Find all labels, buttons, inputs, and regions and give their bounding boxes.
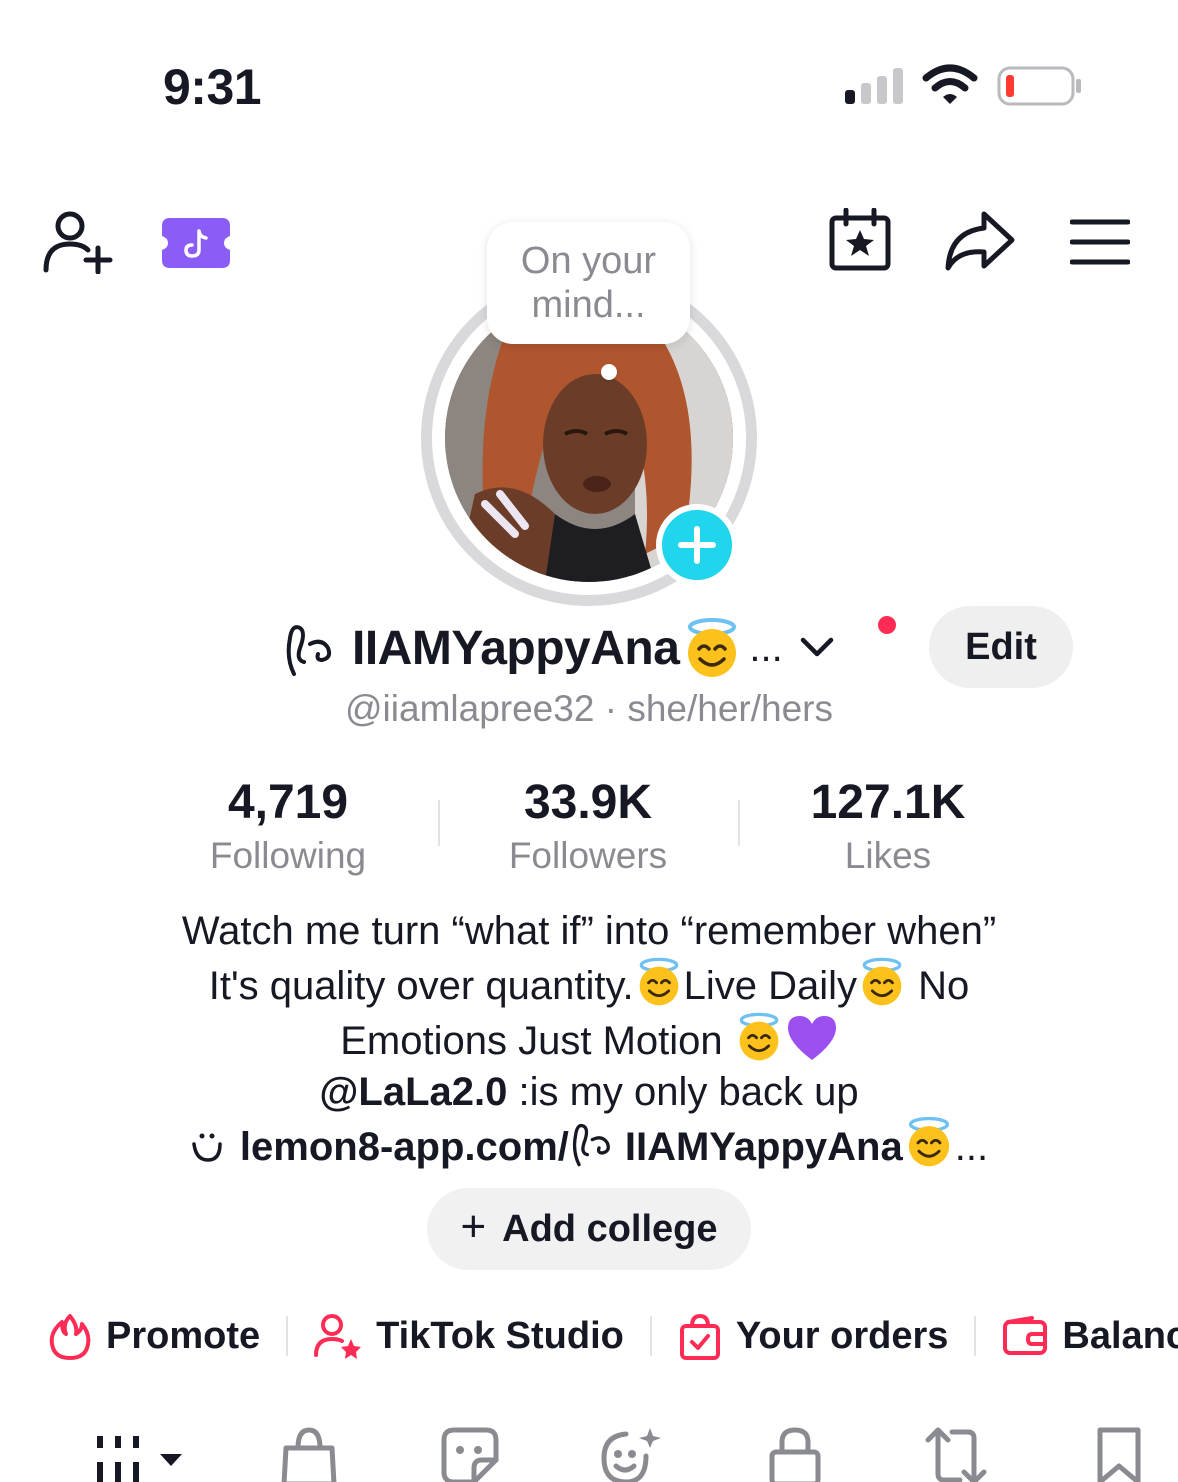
chevron-down-icon[interactable]: [799, 636, 835, 660]
bio-line-2: It's quality over quantity. Live Daily N…: [60, 957, 1118, 1012]
mention-link[interactable]: @LaLa2.0: [319, 1070, 507, 1114]
shortcut-tiktok-studio[interactable]: TikTok Studio: [314, 1313, 624, 1359]
shortcut-divider: [649, 1316, 652, 1356]
bookmark-tab-icon[interactable]: [1096, 1426, 1142, 1482]
bio-text: :is my only back up: [507, 1070, 859, 1114]
user-star-icon: [314, 1314, 362, 1359]
add-story-button[interactable]: [656, 504, 738, 586]
notification-dot: [874, 612, 900, 638]
shortcut-label: Promote: [106, 1314, 261, 1357]
status-bubble[interactable]: On your mind...: [487, 222, 690, 344]
bubble-tail: [601, 364, 617, 380]
shortcut-divider: [974, 1316, 977, 1356]
flourish-icon: [572, 1123, 610, 1167]
lock-tab-icon[interactable]: [768, 1426, 822, 1482]
link-name: IIAMYappyAna: [624, 1125, 903, 1169]
add-friend-icon[interactable]: [42, 208, 114, 274]
shortcut-bar: Promote TikTok Studio Your orders Balanc…: [48, 1306, 1178, 1366]
menu-icon[interactable]: [1070, 218, 1130, 266]
shortcut-promote[interactable]: Promote: [48, 1312, 260, 1360]
flame-icon: [49, 1314, 91, 1360]
tiktok-ticket-icon[interactable]: [162, 218, 230, 268]
bio-text: No: [907, 964, 970, 1008]
shortcut-balance[interactable]: Balance: [1002, 1315, 1178, 1358]
halo-emoji-icon: [862, 957, 902, 1006]
wallet-icon: [1003, 1316, 1048, 1355]
ai-face-tab-icon[interactable]: [598, 1426, 664, 1482]
battery-icon: [997, 66, 1081, 106]
share-icon[interactable]: [944, 210, 1016, 272]
grid-videos-tab-icon[interactable]: [94, 1426, 186, 1482]
stat-divider: [738, 800, 740, 846]
lemon8-smile-icon: [192, 1133, 222, 1162]
username: @iiamlapree32: [345, 688, 595, 729]
edit-profile-button[interactable]: Edit: [929, 606, 1073, 688]
followers-label: Followers: [508, 835, 668, 876]
likes-label: Likes: [844, 835, 932, 876]
pronouns: she/her/hers: [627, 688, 833, 729]
flourish-icon: [286, 625, 332, 676]
halo-emoji-icon: [739, 1012, 779, 1061]
shortcut-your-orders[interactable]: Your orders: [678, 1312, 949, 1360]
shortcut-label: Balance: [1062, 1314, 1178, 1357]
halo-emoji-icon: [639, 957, 678, 1006]
stat-divider: [438, 800, 440, 846]
handle-line: @iiamlapree32 · she/her/hers: [0, 688, 1178, 730]
shortcut-label: TikTok Studio: [376, 1314, 624, 1357]
stat-followers[interactable]: 33.9K Followers: [458, 776, 718, 878]
wifi-icon: [922, 64, 978, 104]
link-prefix: lemon8-app.com/: [239, 1125, 569, 1169]
likes-count: 127.1K: [810, 776, 966, 829]
link-ellipsis: ...: [954, 1125, 989, 1169]
add-college-button[interactable]: + Add college: [427, 1188, 751, 1270]
bio-text: Live Daily: [683, 964, 858, 1008]
purple-heart-icon: [787, 1016, 836, 1060]
bio: Watch me turn “what if” into “remember w…: [60, 906, 1118, 1118]
following-label: Following: [209, 835, 367, 876]
display-name-row[interactable]: IIAMYappyAna ...: [282, 612, 835, 684]
shortcut-label: Your orders: [735, 1314, 949, 1357]
bio-text: Emotions Just Motion: [340, 1019, 734, 1063]
handle-separator: ·: [594, 688, 628, 729]
status-time: 9:31: [163, 59, 262, 115]
stat-likes[interactable]: 127.1K Likes: [758, 776, 1018, 878]
following-count: 4,719: [227, 776, 349, 829]
shopping-bag-check-icon: [679, 1313, 720, 1360]
shopping-bag-tab-icon[interactable]: [280, 1426, 338, 1482]
calendar-star-icon[interactable]: [828, 208, 892, 272]
bio-line-1: Watch me turn “what if” into “remember w…: [181, 909, 997, 953]
name-ellipsis: ...: [749, 625, 783, 670]
bio-line-3: Emotions Just Motion: [60, 1012, 1118, 1067]
cellular-signal-icon: [845, 68, 903, 104]
shortcut-divider: [286, 1316, 289, 1356]
repost-tab-icon[interactable]: [924, 1426, 988, 1482]
display-name: IIAMYappyAna: [352, 621, 680, 675]
bio-line-4: @LaLa2.0 :is my only back up: [60, 1067, 1118, 1118]
content-tabs: [0, 1420, 1178, 1482]
followers-count: 33.9K: [523, 776, 653, 829]
stickers-tab-icon[interactable]: [440, 1426, 500, 1482]
add-college-label: Add college: [502, 1207, 718, 1250]
halo-emoji-icon: [688, 618, 737, 677]
profile-link[interactable]: lemon8-app.com/ IIAMYappyAna ...: [0, 1116, 1178, 1170]
stat-following[interactable]: 4,719 Following: [158, 776, 418, 878]
bio-text: It's quality over quantity.: [208, 964, 634, 1008]
plus-icon: +: [460, 1202, 487, 1251]
plus-icon: [678, 526, 716, 564]
halo-emoji-icon: [908, 1116, 949, 1167]
